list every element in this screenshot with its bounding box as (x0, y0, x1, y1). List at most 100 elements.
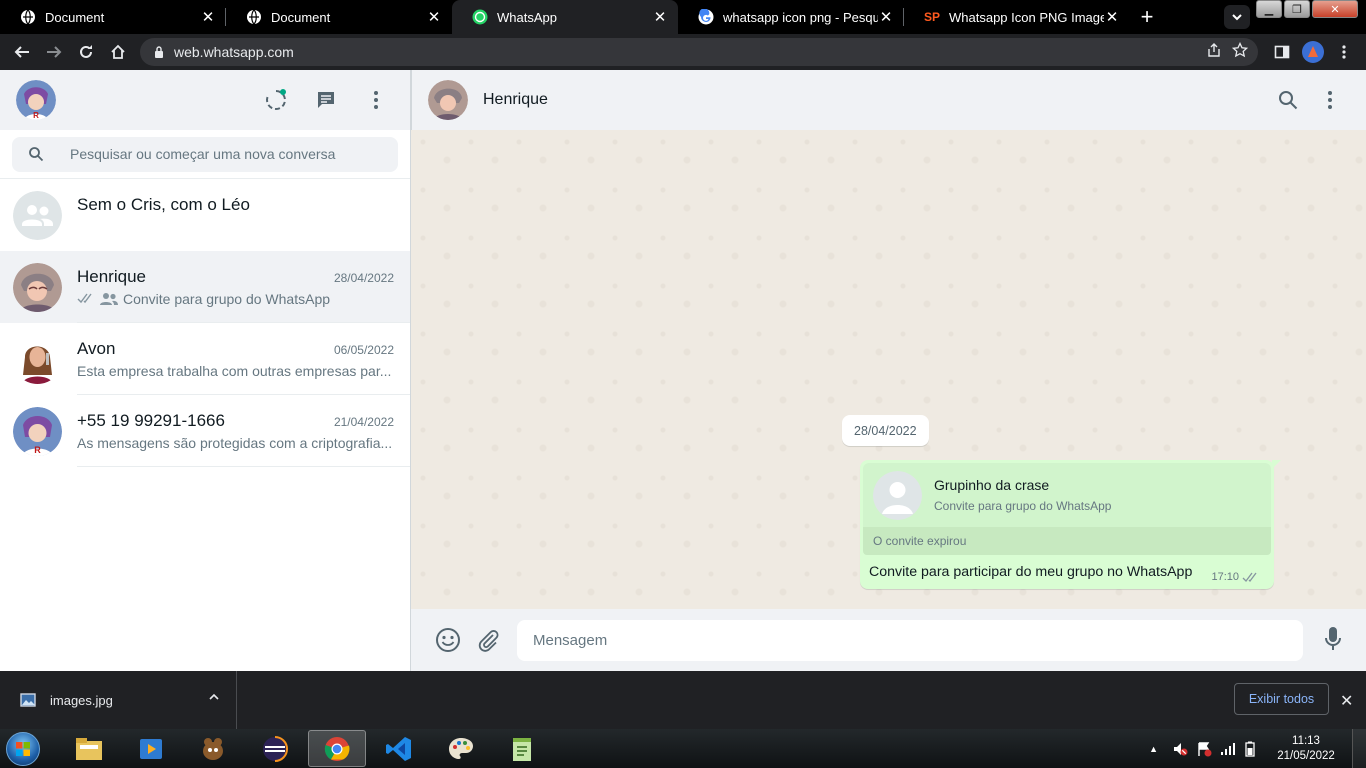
conversation-header[interactable]: Henrique (411, 70, 1366, 130)
gimp-app[interactable] (184, 730, 242, 767)
forward-button[interactable] (38, 36, 70, 68)
emoji-icon (436, 628, 460, 652)
voice-message-button[interactable] (1324, 626, 1342, 657)
more-vertical-icon[interactable] (1320, 90, 1340, 110)
maximize-button[interactable]: ❐ (1284, 0, 1310, 18)
chat-item-sem-o-cris[interactable]: Sem o Cris, com o Léo (0, 179, 410, 251)
network-icon[interactable] (1220, 741, 1236, 757)
notepad-plus-plus-app[interactable] (494, 730, 552, 767)
windows-logo-icon (6, 731, 40, 766)
battery-icon[interactable] (1244, 741, 1256, 757)
chevron-up-icon[interactable] (208, 691, 220, 703)
tab-title: Whatsapp Icon PNG Images | (949, 9, 1104, 25)
sidebar-header: R (0, 70, 410, 130)
tab-close-icon[interactable]: ✕ (878, 8, 894, 26)
chat-name: Henrique (77, 266, 146, 286)
side-panel-button[interactable] (1266, 36, 1298, 68)
contact-avatar[interactable] (428, 80, 468, 120)
browser-toolbar: web.whatsapp.com (0, 34, 1366, 70)
download-item[interactable]: images.jpg (0, 671, 237, 729)
group-invite-subtitle: Convite para grupo do WhatsApp (934, 499, 1112, 513)
browser-menu-button[interactable] (1328, 36, 1360, 68)
media-player-app[interactable] (122, 730, 180, 767)
chat-name: Sem o Cris, com o Léo (77, 195, 250, 214)
group-invite-card[interactable]: Grupinho da crase Convite para grupo do … (863, 463, 1271, 527)
tab-document-2[interactable]: Document ✕ (226, 0, 452, 34)
tab-close-icon[interactable]: ✕ (1104, 8, 1120, 26)
reload-icon (80, 45, 92, 58)
chat-item-henrique[interactable]: Henrique 28/04/2022 Convite para grupo d… (0, 251, 410, 323)
chat-preview: Convite para grupo do WhatsApp (123, 290, 331, 307)
arrow-left-icon (14, 46, 29, 58)
eclipse-app[interactable] (246, 730, 304, 767)
lock-icon (155, 46, 163, 58)
chrome-icon (324, 736, 350, 761)
tab-sp-images[interactable]: SP Whatsapp Icon PNG Images | ✕ (904, 0, 1130, 34)
clock[interactable]: 11:13 21/05/2022 (1266, 734, 1346, 764)
start-button[interactable] (0, 729, 46, 768)
tab-title: Document (271, 9, 331, 25)
contact-avatar (13, 334, 62, 384)
search-icon (29, 147, 44, 162)
tab-close-icon[interactable]: ✕ (426, 8, 442, 26)
eclipse-icon (263, 735, 288, 762)
outgoing-message[interactable]: Grupinho da crase Convite para grupo do … (860, 460, 1281, 589)
whatsapp-icon (472, 9, 488, 25)
status-icon[interactable] (264, 88, 288, 112)
chat-item-phone-number[interactable]: R +55 19 99291-1666 21/04/2022 As mensag… (0, 395, 410, 467)
home-button[interactable] (102, 36, 134, 68)
file-explorer-app[interactable] (60, 730, 118, 767)
contact-name: Henrique (483, 91, 548, 108)
attach-button[interactable] (471, 623, 505, 657)
search-box[interactable] (12, 136, 398, 172)
paint-app[interactable] (432, 730, 490, 767)
show-all-downloads-button[interactable]: Exibir todos (1234, 683, 1329, 715)
new-chat-icon[interactable] (314, 88, 338, 112)
volume-muted-icon[interactable] (1172, 741, 1188, 757)
search-input[interactable] (70, 146, 370, 162)
svg-text:R: R (33, 111, 39, 120)
whatsapp-app: R Sem o Cris, com o Léo (0, 70, 1366, 671)
profile-avatar[interactable] (1302, 41, 1324, 63)
group-avatar (13, 190, 62, 240)
flag-icon[interactable] (1196, 741, 1212, 757)
message-input[interactable] (533, 631, 1273, 649)
tab-close-icon[interactable]: ✕ (652, 8, 668, 26)
more-vertical-icon (1342, 45, 1346, 59)
vscode-app[interactable] (370, 730, 428, 767)
tab-whatsapp[interactable]: WhatsApp ✕ (452, 0, 678, 34)
system-tray: ▲ 11:13 21/05/2022 (1149, 729, 1366, 768)
emoji-button[interactable] (431, 623, 465, 657)
side-panel-icon (1274, 45, 1290, 59)
show-desktop-button[interactable] (1352, 729, 1366, 768)
chevron-up-icon[interactable]: ▲ (1149, 744, 1158, 754)
chrome-app[interactable] (308, 730, 366, 767)
share-icon[interactable] (1206, 42, 1222, 58)
clock-time: 11:13 (1292, 734, 1320, 747)
tab-close-icon[interactable]: ✕ (200, 8, 216, 26)
tab-document-1[interactable]: Document ✕ (0, 0, 226, 34)
contact-avatar: R (13, 406, 62, 456)
close-download-bar-icon[interactable]: ✕ (1340, 691, 1353, 711)
globe-icon (20, 9, 36, 25)
message-area: 28/04/2022 Grupinho da crase Convite par… (411, 130, 1366, 609)
star-icon[interactable] (1232, 42, 1248, 58)
minimize-button[interactable]: ▁ (1256, 0, 1282, 18)
my-avatar[interactable]: R (16, 80, 56, 120)
search-icon[interactable] (1278, 90, 1298, 110)
clock-date: 21/05/2022 (1277, 749, 1335, 762)
back-button[interactable] (6, 36, 38, 68)
chat-item-avon[interactable]: Avon 06/05/2022 Esta empresa trabalha co… (0, 323, 410, 395)
new-tab-button[interactable]: + (1130, 0, 1164, 34)
double-check-icon (77, 293, 92, 304)
reload-button[interactable] (70, 36, 102, 68)
tab-search-button[interactable] (1224, 5, 1250, 29)
message-text: Convite para participar do meu grupo no … (869, 564, 1193, 580)
address-bar[interactable]: web.whatsapp.com (140, 38, 1258, 66)
more-vertical-icon[interactable] (364, 88, 388, 112)
close-window-button[interactable]: ✕ (1312, 0, 1358, 18)
message-input-box[interactable] (517, 619, 1303, 661)
windows-taskbar: ▲ 11:13 21/05/2022 (0, 729, 1366, 768)
tab-google-search[interactable]: whatsapp icon png - Pesquisa ✕ (678, 0, 904, 34)
browser-tab-strip: Document ✕ Document ✕ WhatsApp ✕ whatsap… (0, 0, 1366, 34)
